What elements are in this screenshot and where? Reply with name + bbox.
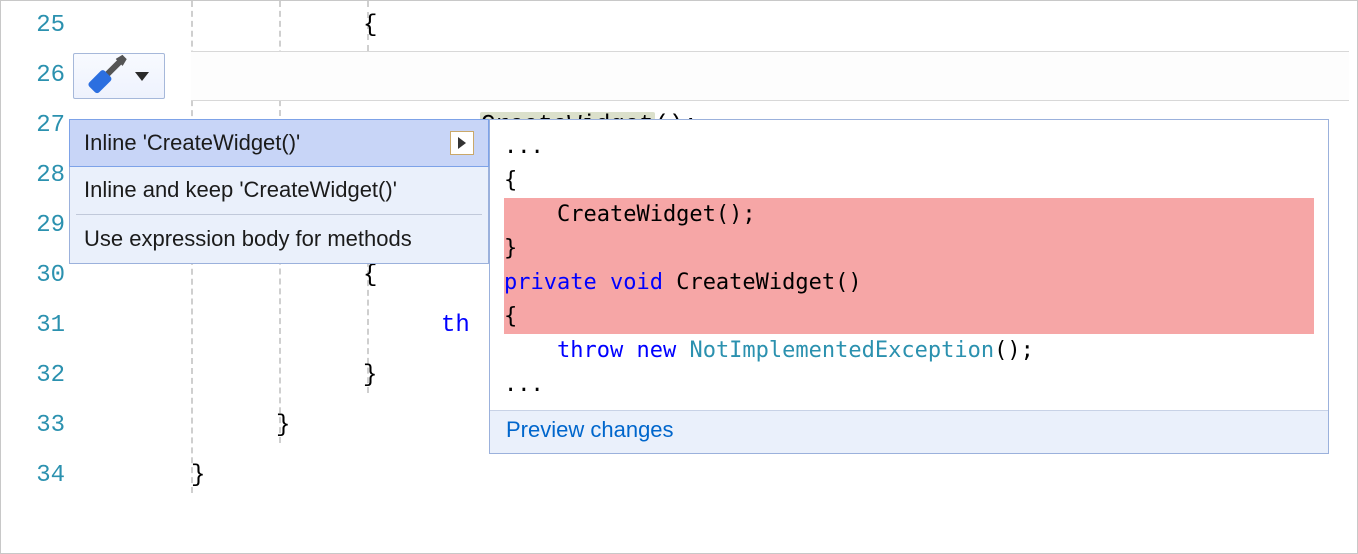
menu-item-label: Use expression body for methods (84, 215, 412, 263)
code-line[interactable]: } (363, 351, 377, 401)
code-line[interactable]: th (441, 301, 470, 351)
line-number: 29 (1, 201, 65, 251)
line-number: 30 (1, 251, 65, 301)
preview-changes-link[interactable]: Preview changes (490, 410, 1328, 453)
code-line[interactable]: } (191, 451, 205, 501)
current-line-highlight (191, 51, 1349, 101)
quick-actions-button[interactable] (73, 53, 165, 99)
preview-line: throw new NotImplementedException(); (504, 334, 1314, 368)
line-number: 31 (1, 301, 65, 351)
chevron-right-icon (458, 137, 466, 149)
preview-diff: ... { CreateWidget(); } private void Cre… (490, 120, 1328, 410)
preview-line: ... (504, 368, 1314, 402)
quick-actions-menu: Inline 'CreateWidget()' Inline and keep … (69, 119, 489, 264)
line-number: 26 (1, 51, 65, 101)
submenu-expand-button[interactable] (450, 131, 474, 155)
menu-item-label: Inline and keep 'CreateWidget()' (84, 166, 397, 214)
preview-line: { (504, 164, 1314, 198)
code-line[interactable]: } (276, 401, 290, 451)
menu-item-inline-keep[interactable]: Inline and keep 'CreateWidget()' (70, 166, 488, 214)
refactor-preview-panel: ... { CreateWidget(); } private void Cre… (489, 119, 1329, 454)
preview-line-removed: private void CreateWidget() (504, 266, 1314, 300)
preview-line-removed: CreateWidget(); (504, 198, 1314, 232)
screwdriver-icon (82, 51, 133, 102)
menu-item-inline[interactable]: Inline 'CreateWidget()' (69, 119, 489, 167)
code-line[interactable]: { (363, 1, 377, 51)
line-number: 32 (1, 351, 65, 401)
line-number: 25 (1, 1, 65, 51)
line-number: 34 (1, 451, 65, 501)
line-number: 33 (1, 401, 65, 451)
menu-item-expression-body[interactable]: Use expression body for methods (70, 215, 488, 263)
keyword: th (441, 312, 470, 339)
preview-line: ... (504, 130, 1314, 164)
chevron-down-icon (135, 72, 149, 81)
line-number: 28 (1, 151, 65, 201)
menu-item-label: Inline 'CreateWidget()' (84, 119, 300, 167)
preview-line-removed: } (504, 232, 1314, 266)
line-number-gutter: 25 26 27 28 29 30 31 32 33 34 (1, 1, 73, 553)
code-line-current[interactable]: CreateWidget(); (451, 51, 698, 101)
line-number: 27 (1, 101, 65, 151)
preview-line-removed: { (504, 300, 1314, 334)
